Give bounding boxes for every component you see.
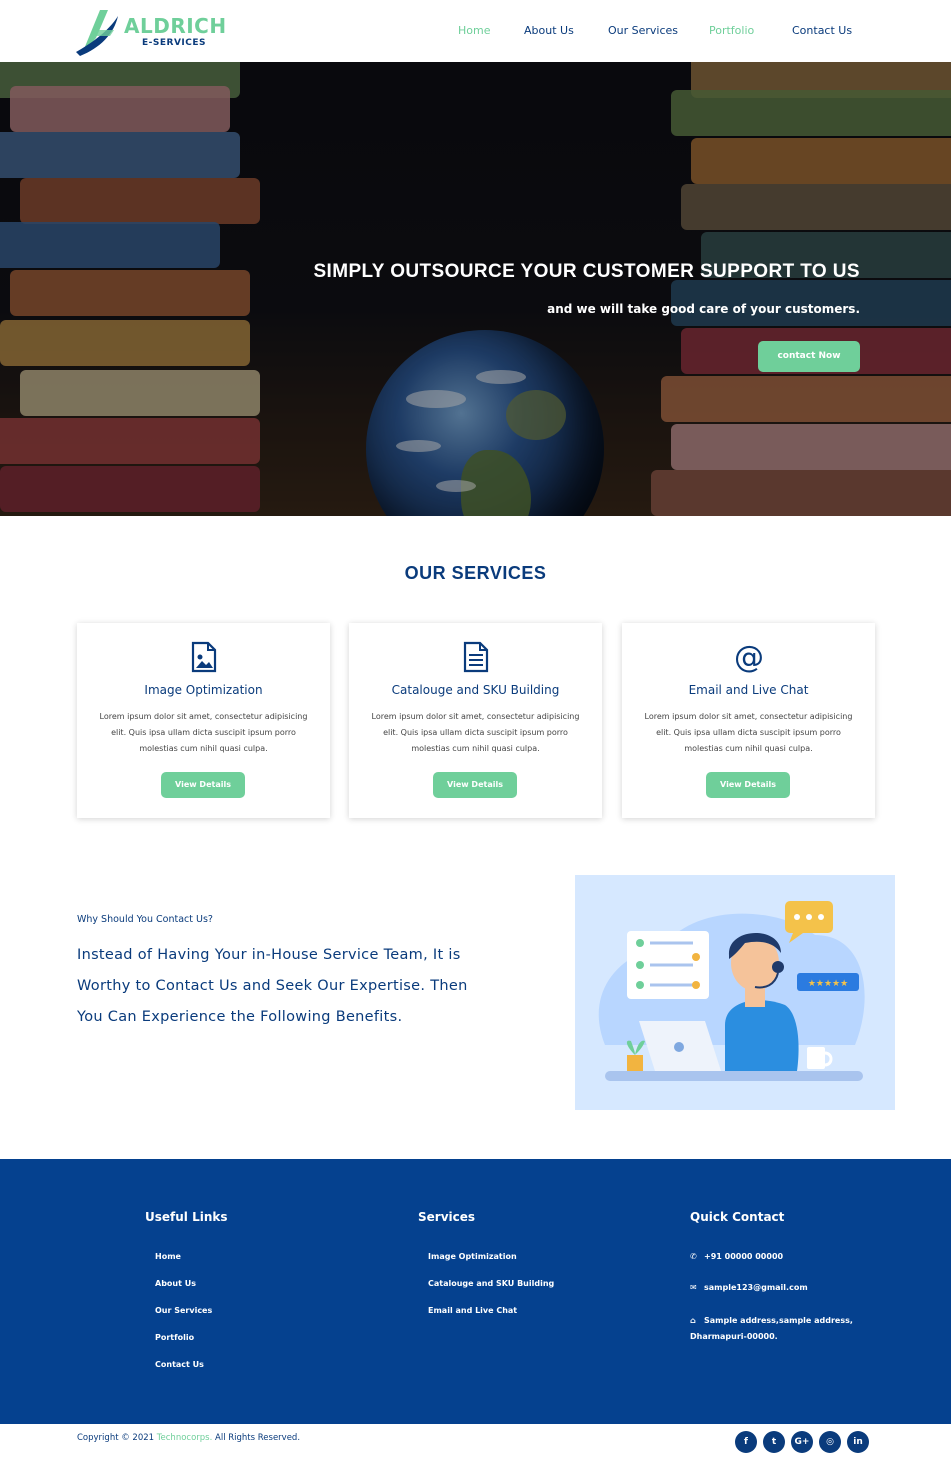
svg-text:★★★★★: ★★★★★	[808, 979, 848, 989]
footer-link-catalouge-sku[interactable]: Catalouge and SKU Building	[428, 1279, 554, 1288]
company-link[interactable]: Technocorps.	[157, 1433, 213, 1443]
view-details-button[interactable]: View Details	[706, 772, 790, 798]
copyright-prefix: Copyright © 2021	[77, 1433, 155, 1443]
footer-link-image-optimization[interactable]: Image Optimization	[428, 1252, 517, 1261]
service-card-text: Lorem ipsum dolor sit amet, consectetur …	[644, 712, 853, 753]
brand-name: ALDRICH	[124, 14, 227, 38]
phone-icon: ✆	[690, 1252, 697, 1261]
footer-quick-contact-heading: Quick Contact	[690, 1210, 785, 1224]
facebook-icon[interactable]: f	[735, 1431, 757, 1453]
footer-link-home[interactable]: Home	[155, 1252, 181, 1261]
brand-logo[interactable]: ALDRICH E-SERVICES	[74, 4, 234, 58]
nav-portfolio[interactable]: Portfolio	[709, 24, 754, 40]
footer-link-our-services[interactable]: Our Services	[155, 1306, 212, 1315]
service-card-title: Catalouge and SKU Building	[391, 683, 560, 697]
footer-address-line1: Sample address,sample address,	[704, 1316, 853, 1325]
at-sign-icon: @	[734, 641, 764, 673]
hero-title: SIMPLY OUTSOURCE YOUR CUSTOMER SUPPORT T…	[313, 261, 860, 282]
service-card: Catalouge and SKU Building Lorem ipsum d…	[349, 623, 602, 818]
hero-banner: SIMPLY OUTSOURCE YOUR CUSTOMER SUPPORT T…	[0, 62, 951, 516]
bottom-bar: Copyright © 2021 Technocorps. All Rights…	[0, 1424, 951, 1458]
logo-mark-icon	[76, 10, 118, 56]
footer-address: ⌂ Sample address,sample address, Dharmapu…	[690, 1313, 853, 1345]
support-agent-illustration: ★★★★★	[598, 901, 865, 1081]
footer-useful-links-heading: Useful Links	[145, 1210, 228, 1224]
google-plus-icon[interactable]: G+	[791, 1431, 813, 1453]
nav-about-us[interactable]: About Us	[524, 24, 574, 40]
service-card: Image Optimization Lorem ipsum dolor sit…	[77, 623, 330, 818]
service-card-text: Lorem ipsum dolor sit amet, consectetur …	[371, 712, 580, 753]
nav-home[interactable]: Home	[458, 24, 490, 40]
footer-link-about-us[interactable]: About Us	[155, 1279, 196, 1288]
footer-phone[interactable]: ✆ +91 00000 00000	[690, 1252, 783, 1261]
footer-address-line2: Dharmapuri-00000.	[690, 1332, 778, 1341]
service-card: @ Email and Live Chat Lorem ipsum dolor …	[622, 623, 875, 818]
service-card-title: Email and Live Chat	[688, 683, 809, 697]
footer-phone-text: +91 00000 00000	[704, 1252, 784, 1261]
copyright-rights: All Rights Reserved.	[215, 1433, 301, 1443]
document-icon	[463, 641, 488, 673]
view-details-button[interactable]: View Details	[161, 772, 245, 798]
services-title: OUR SERVICES	[404, 563, 547, 583]
envelope-icon: ✉	[690, 1283, 697, 1292]
hero-subtitle: and we will take good care of your custo…	[547, 302, 860, 316]
view-details-button[interactable]: View Details	[433, 772, 517, 798]
footer-link-email-live-chat[interactable]: Email and Live Chat	[428, 1306, 517, 1315]
contact-now-button[interactable]: contact Now	[758, 341, 860, 372]
navbar: ALDRICH E-SERVICES Home About Us Our Ser…	[0, 0, 951, 62]
footer-email-text: sample123@gmail.com	[704, 1283, 808, 1292]
nav-contact-us[interactable]: Contact Us	[792, 24, 852, 40]
svg-text:@: @	[734, 641, 764, 673]
why-label: Why Should You Contact Us?	[77, 914, 213, 925]
service-card-title: Image Optimization	[144, 683, 263, 697]
why-text: Instead of Having Your in-House Service …	[77, 947, 468, 1025]
instagram-icon[interactable]: ◎	[819, 1431, 841, 1453]
footer-email[interactable]: ✉ sample123@gmail.com	[690, 1283, 808, 1292]
brand-tagline: E-SERVICES	[142, 38, 206, 48]
home-icon: ⌂	[690, 1316, 696, 1325]
footer-link-contact-us[interactable]: Contact Us	[155, 1360, 204, 1369]
footer-link-portfolio[interactable]: Portfolio	[155, 1333, 194, 1342]
customer-support-illustration: ★★★★★	[575, 875, 895, 1110]
nav-our-services[interactable]: Our Services	[608, 24, 678, 40]
image-file-icon	[191, 641, 216, 673]
twitter-icon[interactable]: t	[763, 1431, 785, 1453]
service-card-text: Lorem ipsum dolor sit amet, consectetur …	[99, 712, 308, 753]
copyright: Copyright © 2021 Technocorps. All Rights…	[77, 1433, 300, 1443]
footer: Useful Links Home About Us Our Services …	[0, 1159, 951, 1424]
linkedin-icon[interactable]: in	[847, 1431, 869, 1453]
footer-services-heading: Services	[418, 1210, 476, 1224]
